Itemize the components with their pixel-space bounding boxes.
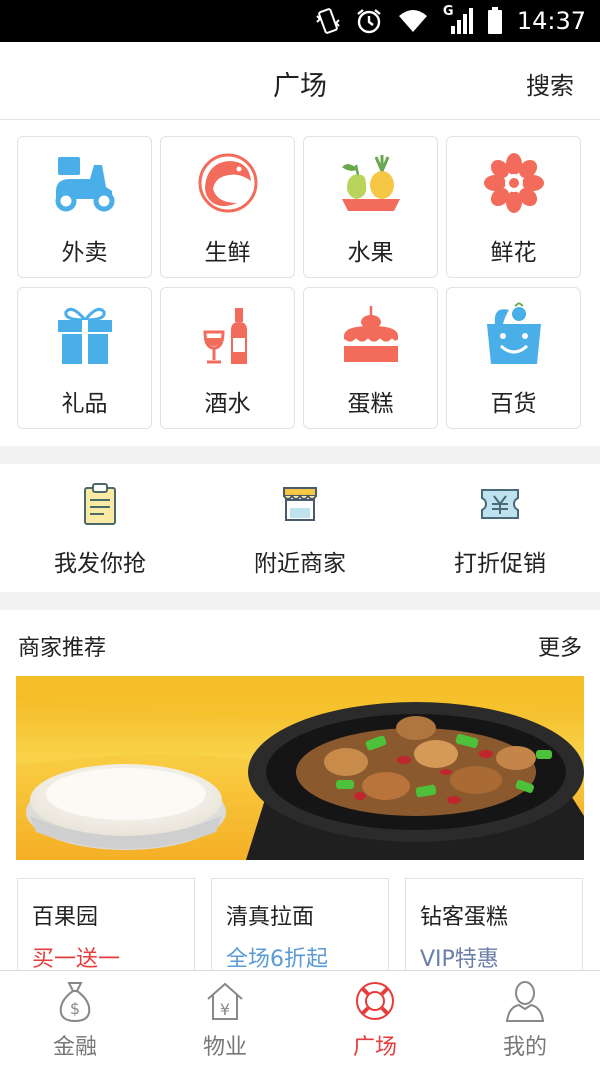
- search-button[interactable]: 搜索: [526, 66, 574, 101]
- quick-action-discounts[interactable]: 打折促销: [400, 464, 600, 592]
- tab-label: 广场: [352, 1035, 397, 1060]
- shop-promo: VIP特惠: [420, 947, 499, 972]
- tab-property[interactable]: ¥ 物业: [150, 971, 300, 1067]
- category-grid: 外卖 生鲜 水果 鲜花 礼品 酒水 蛋糕 百货: [0, 120, 600, 446]
- shop-name: 钻客蛋糕: [420, 905, 509, 930]
- promo-banner[interactable]: [16, 676, 584, 860]
- shopping-bag-icon: [487, 302, 541, 364]
- clipboard-icon: [84, 483, 116, 525]
- category-takeout[interactable]: 外卖: [17, 136, 152, 278]
- category-fresh[interactable]: 生鲜: [160, 136, 295, 278]
- tab-label: 物业: [202, 1035, 247, 1060]
- fruit-icon: [342, 155, 400, 211]
- category-label: 蛋糕: [347, 391, 394, 417]
- category-label: 酒水: [204, 391, 251, 417]
- category-label: 生鲜: [204, 240, 251, 266]
- category-label: 礼品: [61, 391, 108, 417]
- nav-bar: 广场 搜索: [0, 42, 600, 120]
- scooter-icon: [55, 157, 115, 212]
- category-gifts[interactable]: 礼品: [17, 287, 152, 429]
- banner-food-image: [16, 676, 584, 860]
- signal-icon: [450, 8, 473, 34]
- bottom-tab-bar: $ 金融 ¥ 物业 广场 我的: [0, 970, 600, 1067]
- tab-label: 我的: [502, 1035, 547, 1060]
- svg-text:$: $: [70, 999, 80, 1018]
- category-label: 水果: [347, 240, 394, 266]
- wine-icon: [203, 308, 247, 364]
- alarm-icon: [357, 9, 381, 34]
- cell-signal: G: [443, 4, 473, 36]
- status-icons: G 14:37: [315, 0, 586, 42]
- coupon-icon: [481, 489, 519, 519]
- cake-icon: [343, 306, 400, 362]
- quick-action-grab[interactable]: 我发你抢: [0, 464, 200, 592]
- flower-icon: [484, 153, 544, 213]
- battery-icon: [487, 7, 502, 34]
- category-fruit[interactable]: 水果: [303, 136, 438, 278]
- shop-name: 清真拉面: [226, 905, 315, 930]
- shop-promo: 全场6折起: [226, 947, 328, 972]
- status-bar: G 14:37: [0, 0, 600, 42]
- quick-action-nearby-shops[interactable]: 附近商家: [200, 464, 400, 592]
- section-title: 商家推荐: [18, 636, 107, 661]
- vibrate-icon: [316, 8, 340, 34]
- gift-box-icon: [58, 307, 112, 364]
- quick-action-label: 我发你抢: [54, 551, 146, 577]
- tab-mine[interactable]: 我的: [450, 971, 600, 1067]
- tab-finance[interactable]: $ 金融: [0, 971, 150, 1067]
- house-yen-icon: ¥: [207, 982, 243, 1020]
- storefront-icon: [283, 487, 317, 521]
- quick-action-label: 附近商家: [254, 551, 346, 577]
- merchant-recommendations: 商家推荐 更多 百果园 买一送一 清真拉面 全场6折起 钻客蛋糕 VIP特惠: [0, 610, 600, 988]
- shrimp-icon: [198, 153, 258, 213]
- lifebuoy-icon: [356, 982, 394, 1020]
- category-label: 百货: [490, 391, 537, 417]
- category-flowers[interactable]: 鲜花: [446, 136, 581, 278]
- shop-promo: 买一送一: [32, 947, 121, 972]
- wifi-icon: [398, 10, 427, 32]
- category-drinks[interactable]: 酒水: [160, 287, 295, 429]
- quick-actions: 我发你抢 附近商家 打折促销: [0, 464, 600, 592]
- category-label: 外卖: [61, 240, 108, 266]
- tab-label: 金融: [52, 1035, 97, 1060]
- quick-action-label: 打折促销: [454, 551, 546, 577]
- more-link[interactable]: 更多: [538, 630, 582, 662]
- clock: 14:37: [516, 7, 586, 35]
- page-title: 广场: [273, 71, 327, 102]
- tab-plaza[interactable]: 广场: [300, 971, 450, 1067]
- category-general-goods[interactable]: 百货: [446, 287, 581, 429]
- svg-text:¥: ¥: [220, 1000, 230, 1019]
- category-label: 鲜花: [490, 240, 537, 266]
- money-bag-icon: $: [59, 982, 91, 1023]
- user-icon: [505, 981, 545, 1022]
- category-cake[interactable]: 蛋糕: [303, 287, 438, 429]
- shop-name: 百果园: [32, 905, 99, 930]
